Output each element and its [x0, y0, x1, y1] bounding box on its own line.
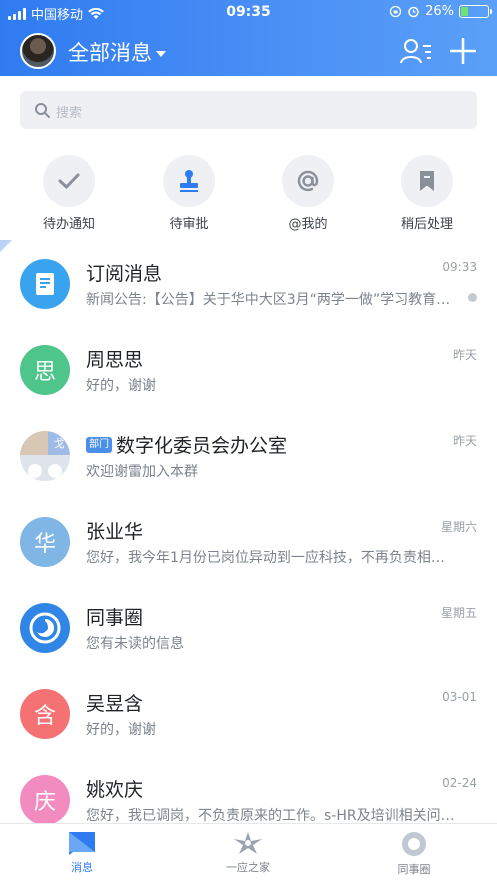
- conversation-title-text: 吴昱含: [86, 693, 144, 715]
- conversation-time: 03-01: [442, 690, 477, 704]
- contact-avatar: 庆: [20, 775, 70, 825]
- conversation-time: 09:33: [442, 260, 477, 274]
- bottom-tab-bar: 消息 一应之家 同事圈: [0, 823, 497, 883]
- department-badge: 部门: [86, 436, 112, 453]
- conversation-title-text: 数字化委员会办公室: [116, 435, 288, 457]
- tab-messages[interactable]: 消息: [22, 830, 142, 875]
- conversation-preview: 欢迎谢雷加入本群: [86, 464, 198, 480]
- stamp-icon: [180, 170, 198, 192]
- quick-actions: 待办通知 待审批 @我的 稍后处理: [0, 155, 497, 235]
- quick-action-label: @我的: [288, 217, 328, 232]
- subscription-avatar: [20, 259, 70, 309]
- quick-action-circle: [43, 155, 95, 207]
- quick-action-later[interactable]: 稍后处理: [377, 155, 477, 232]
- conversation-title-text: 订阅消息: [86, 263, 163, 285]
- circle-icon: [402, 832, 426, 856]
- contacts-icon[interactable]: [399, 36, 433, 66]
- document-icon: [36, 273, 54, 295]
- add-icon[interactable]: [450, 38, 476, 64]
- conversation-title-text: 张业华: [86, 521, 144, 543]
- home-logo-icon: [234, 832, 262, 854]
- quick-action-mentions[interactable]: @我的: [258, 155, 358, 232]
- quick-action-circle: [282, 155, 334, 207]
- conversation-preview: 好的，谢谢: [86, 722, 156, 738]
- conversation-title: 周思思: [86, 345, 143, 372]
- status-bar: 中国移动 09:35 26%: [0, 0, 497, 26]
- conversation-preview: 您好，我今年1月份已岗位异动到一应科技，不再负责相关业务，请联系新的对接人: [86, 550, 458, 566]
- moments-avatar: [20, 603, 70, 653]
- message-filter-dropdown[interactable]: 全部消息: [68, 37, 166, 67]
- conversation-title-text: 周思思: [86, 349, 144, 371]
- group-avatar: 戈: [20, 431, 70, 481]
- conversation-row[interactable]: 订阅消息 09:33 新闻公告:【公告】关于华中大区3月“两学一做”学习教育常态…: [0, 241, 497, 327]
- battery-icon: [459, 5, 492, 18]
- search-icon: [35, 103, 50, 118]
- quick-action-label: 待办通知: [42, 217, 95, 232]
- bookmark-icon: [420, 171, 434, 191]
- tab-label: 消息: [71, 861, 93, 874]
- app-header: 中国移动 09:35 26% 全部消息: [0, 0, 497, 76]
- conversation-title: 吴昱含: [86, 689, 143, 716]
- conversation-time: 昨天: [452, 434, 477, 448]
- conversation-row[interactable]: 华 张业华 星期六 您好，我今年1月份已岗位异动到一应科技，不再负责相关业务，请…: [0, 499, 497, 585]
- message-icon: [69, 832, 95, 855]
- quick-action-label: 稍后处理: [400, 217, 453, 232]
- quick-action-approval[interactable]: 待审批: [139, 155, 239, 232]
- conversation-preview: 新闻公告:【公告】关于华中大区3月“两学一做”学习教育常态化的通知: [86, 292, 458, 308]
- alarm-icon: [408, 6, 419, 18]
- battery-percent: 26%: [425, 4, 454, 19]
- user-avatar[interactable]: [20, 33, 56, 69]
- check-icon: [58, 173, 80, 189]
- conversation-row[interactable]: 戈 部门 数字化委员会办公室 昨天 欢迎谢雷加入本群: [0, 413, 497, 499]
- unread-dot: [468, 293, 477, 302]
- conversation-time: 02-24: [442, 776, 477, 790]
- rotation-lock-icon: [389, 5, 402, 18]
- contact-avatar: 含: [20, 689, 70, 739]
- contact-avatar: 思: [20, 345, 70, 395]
- conversation-preview: 您好，我已调岗，不负责原来的工作。s-HR及培训相关问题请联系对应负责人: [86, 808, 458, 824]
- conversation-row[interactable]: 同事圈 星期五 您有未读的信息: [0, 585, 497, 671]
- tab-moments[interactable]: 同事圈: [354, 830, 474, 877]
- conversation-time: 昨天: [452, 348, 477, 362]
- conversation-row[interactable]: 思 周思思 昨天 好的，谢谢: [0, 327, 497, 413]
- conversation-title-text: 姚欢庆: [86, 779, 144, 801]
- conversation-title: 订阅消息: [86, 259, 162, 286]
- conversation-preview: 好的，谢谢: [86, 378, 156, 394]
- conversation-title-text: 同事圈: [86, 607, 144, 629]
- group-avatar-char: 戈: [48, 431, 70, 455]
- tab-label: 一应之家: [226, 861, 270, 874]
- quick-action-label: 待审批: [169, 217, 209, 232]
- page-title: 全部消息: [68, 41, 152, 65]
- quick-action-circle: [163, 155, 215, 207]
- conversation-preview: 您有未读的信息: [86, 636, 184, 652]
- search-placeholder: 搜索: [56, 106, 83, 121]
- tab-home[interactable]: 一应之家: [188, 830, 308, 875]
- swirl-icon: [29, 612, 61, 644]
- conversation-time: 星期五: [440, 606, 477, 620]
- conversation-title: 部门 数字化委员会办公室: [86, 431, 287, 458]
- at-icon: [297, 170, 319, 192]
- conversation-title: 同事圈: [86, 603, 143, 630]
- chevron-down-icon: [156, 50, 166, 57]
- tab-label: 同事圈: [397, 863, 431, 876]
- conversation-title: 姚欢庆: [86, 775, 143, 802]
- quick-action-circle: [401, 155, 453, 207]
- conversation-title: 张业华: [86, 517, 143, 544]
- status-right: 26%: [389, 4, 492, 19]
- conversation-time: 星期六: [440, 520, 477, 534]
- contact-avatar: 华: [20, 517, 70, 567]
- search-bar[interactable]: 搜索: [20, 91, 477, 129]
- quick-action-todo[interactable]: 待办通知: [19, 155, 119, 232]
- conversation-row[interactable]: 含 吴昱含 03-01 好的，谢谢: [0, 671, 497, 757]
